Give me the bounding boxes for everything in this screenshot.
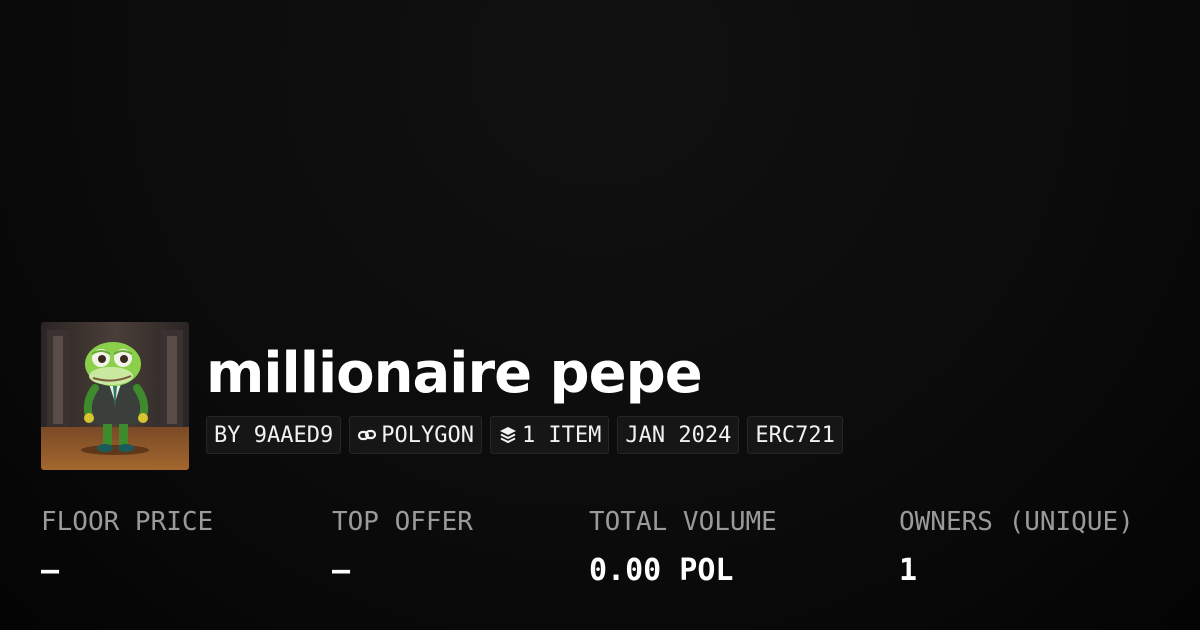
chain-badge-label: POLYGON [381, 422, 474, 448]
stat-top-offer: TOP OFFER – [332, 502, 473, 590]
standard-badge-label: ERC721 [755, 422, 835, 448]
pepe-in-suit-avatar [41, 322, 189, 470]
stat-label: FLOOR PRICE [41, 507, 214, 537]
stat-value: 0.00 POL [589, 553, 734, 588]
creator-badge-label: BY 9AAED9 [214, 422, 334, 448]
collection-badges: BY 9AAED9 POLYGON 1 ITEM JAN 2024 ERC721 [206, 416, 843, 454]
date-badge: JAN 2024 [617, 416, 740, 454]
layers-icon [498, 425, 518, 445]
items-badge-label: 1 ITEM [521, 422, 602, 448]
items-badge[interactable]: 1 ITEM [489, 416, 610, 454]
polygon-link-icon [357, 425, 377, 445]
stat-floor-price: FLOOR PRICE – [41, 502, 213, 590]
stat-label: TOP OFFER [332, 507, 473, 537]
stat-label: OWNERS (UNIQUE) [899, 507, 1134, 537]
date-badge-label: JAN 2024 [625, 422, 732, 448]
creator-badge[interactable]: BY 9AAED9 [206, 416, 342, 454]
chain-badge[interactable]: POLYGON [349, 416, 482, 454]
stat-owners: OWNERS (UNIQUE) 1 [899, 502, 1134, 590]
stat-total-volume: TOTAL VOLUME 0.00 POL [589, 502, 777, 590]
collection-avatar [41, 322, 189, 470]
stat-value: – [332, 553, 351, 588]
stat-value: 1 [899, 553, 918, 588]
collection-title: millionaire pepe [206, 341, 703, 406]
stat-label: TOTAL VOLUME [589, 507, 777, 537]
stat-value: – [41, 553, 60, 588]
standard-badge: ERC721 [747, 416, 843, 454]
